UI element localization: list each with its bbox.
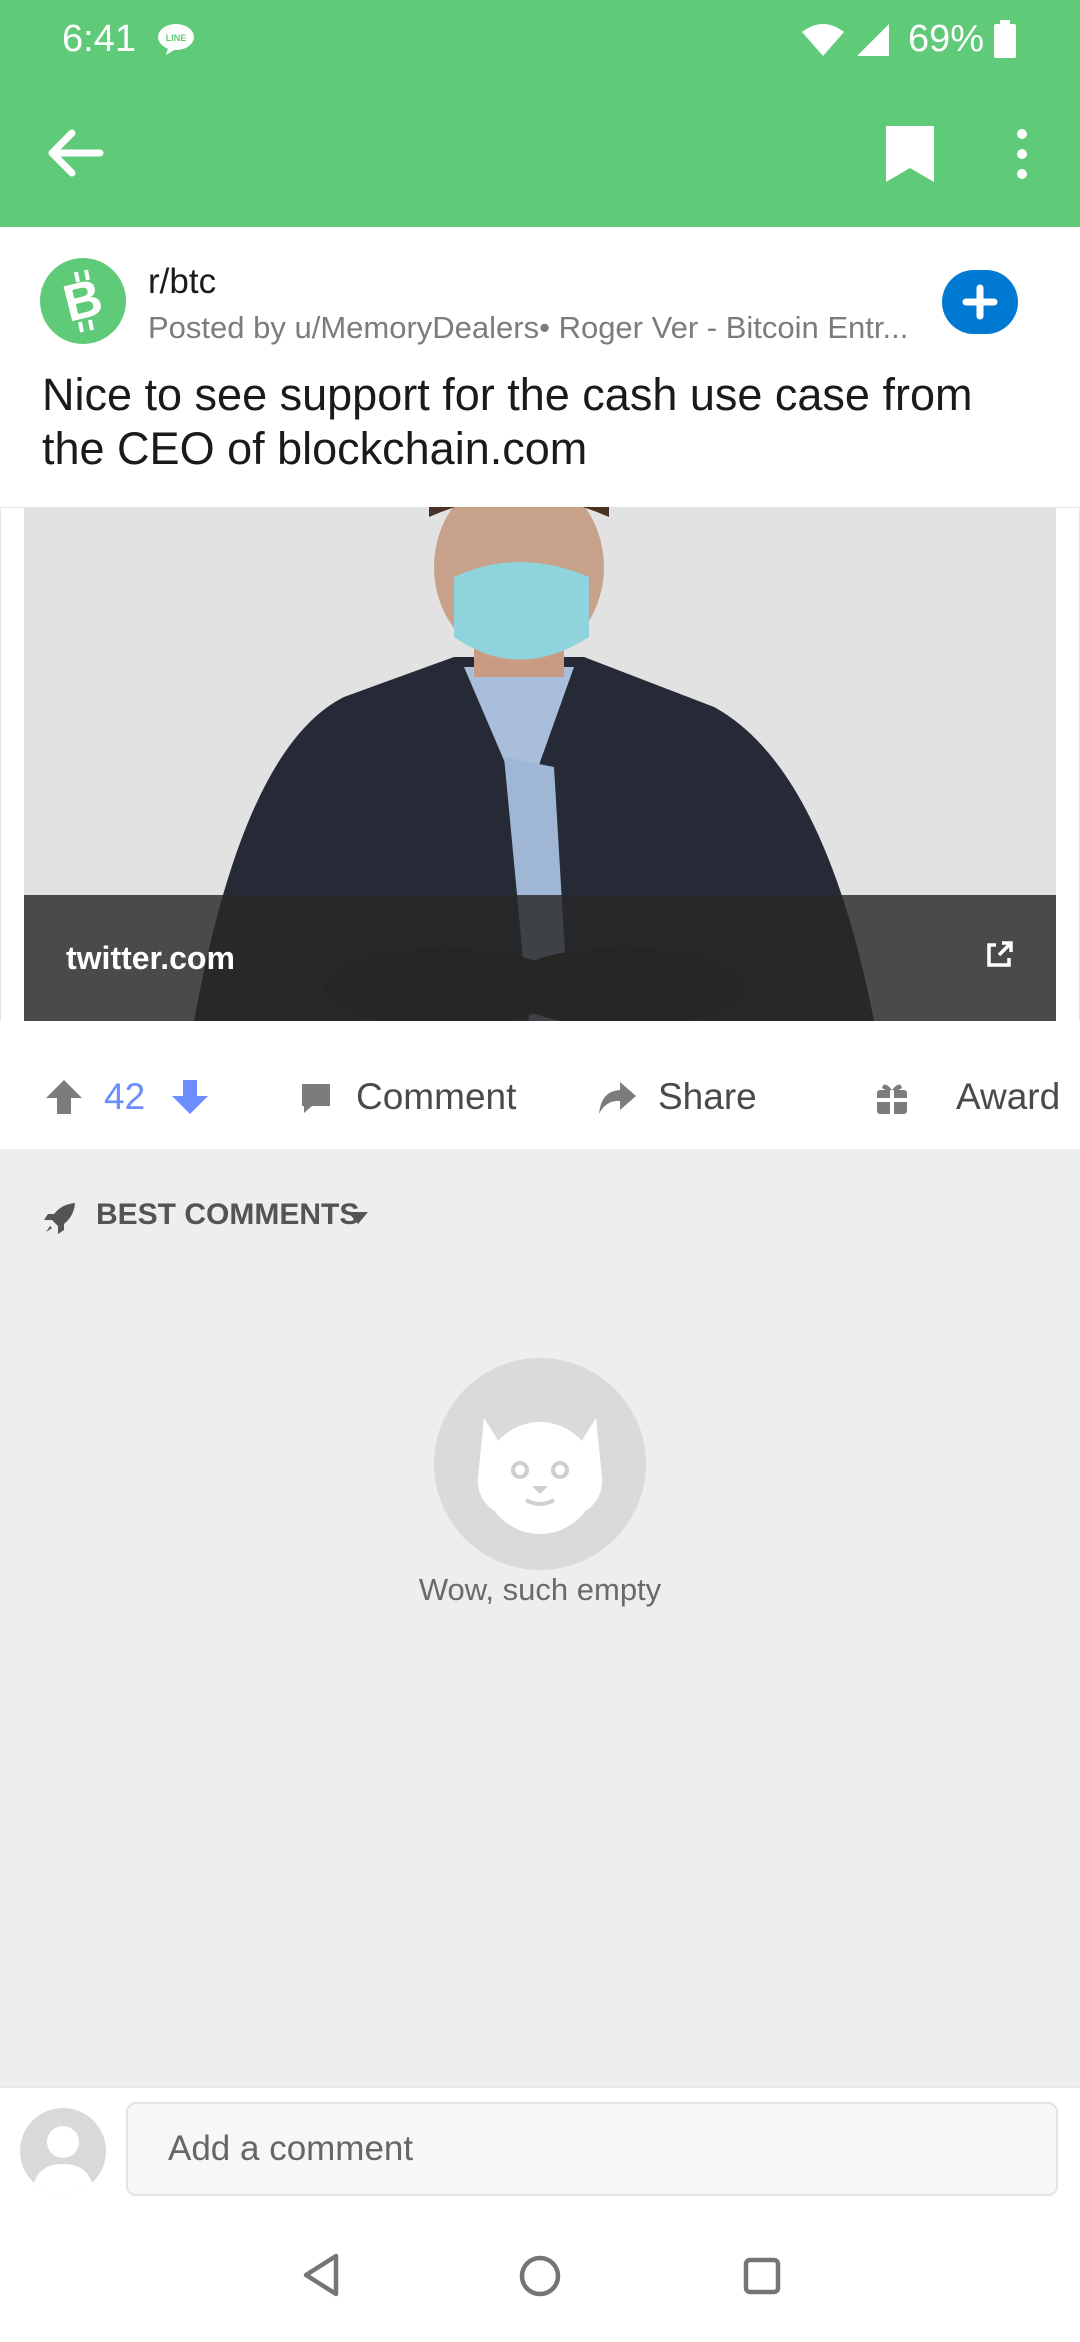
comment-sort-label: BEST COMMENTS — [96, 1198, 360, 1231]
share-label: Share — [658, 1076, 757, 1117]
award-button[interactable]: Award — [872, 1068, 1077, 1128]
comment-icon — [302, 1084, 330, 1113]
comment-button[interactable]: Comment — [292, 1068, 532, 1128]
vote-count: 42 — [104, 1076, 146, 1117]
bookmark-icon[interactable] — [880, 122, 940, 186]
link-domain: twitter.com — [66, 940, 235, 976]
share-icon — [599, 1082, 636, 1114]
back-arrow-icon[interactable] — [40, 118, 110, 188]
caret-down-icon — [348, 1212, 368, 1224]
cat-face-icon — [477, 1418, 603, 1534]
signal-icon — [857, 24, 889, 56]
bitcoin-cash-icon: B — [58, 268, 108, 333]
more-vert-icon[interactable] — [1000, 122, 1044, 186]
subreddit-avatar[interactable]: B — [40, 258, 126, 344]
nav-recent-icon[interactable] — [742, 2256, 782, 2296]
battery-icon — [994, 20, 1016, 58]
nav-back-icon[interactable] — [300, 2252, 342, 2298]
user-icon — [32, 2126, 94, 2194]
gift-icon — [877, 1084, 907, 1114]
join-subreddit-button[interactable] — [942, 270, 1018, 334]
award-label: Award — [956, 1076, 1061, 1117]
upvote-icon[interactable] — [44, 1078, 84, 1116]
empty-state-text: Wow, such empty — [418, 1572, 662, 1607]
rocket-icon — [44, 1203, 75, 1234]
svg-text:LINE: LINE — [166, 33, 187, 43]
nav-home-icon[interactable] — [518, 2254, 562, 2298]
share-button[interactable]: Share — [594, 1068, 794, 1128]
downvote-icon[interactable] — [170, 1078, 210, 1116]
empty-state-illustration — [434, 1358, 646, 1570]
line-icon: LINE — [158, 24, 194, 55]
user-avatar[interactable] — [20, 2108, 106, 2194]
post-meta[interactable]: Posted by u/MemoryDealers• Roger Ver - B… — [148, 310, 928, 346]
post-title[interactable]: Nice to see support for the cash use cas… — [42, 368, 1042, 476]
battery-percentage: 69% — [908, 18, 985, 60]
comment-label: Comment — [356, 1076, 517, 1117]
comment-sort-button[interactable]: BEST COMMENTS — [40, 1194, 400, 1242]
comment-input[interactable] — [126, 2102, 1058, 2196]
subreddit-name[interactable]: r/btc — [148, 262, 216, 302]
status-time: 6:41 — [62, 18, 136, 60]
external-link-icon — [987, 941, 1013, 967]
svg-text:B: B — [58, 268, 108, 333]
plus-icon — [962, 284, 998, 320]
wifi-icon — [802, 24, 844, 56]
